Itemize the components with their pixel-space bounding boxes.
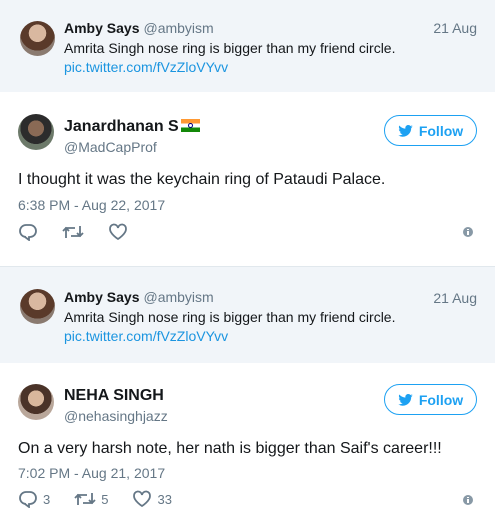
quoted-author-name: Amby Says (64, 20, 140, 36)
author-name[interactable]: NEHA SINGH (64, 387, 164, 405)
india-flag-icon (180, 119, 200, 132)
reply-count: 3 (43, 491, 51, 507)
quoted-text: Amrita Singh nose ring is bigger than my… (64, 309, 396, 325)
retweet-icon (62, 226, 84, 238)
follow-label: Follow (418, 391, 464, 408)
avatar[interactable] (18, 384, 54, 420)
like-button[interactable]: 33 (132, 490, 172, 508)
quoted-author-handle: @ambyism (143, 20, 214, 36)
tweet-timestamp[interactable]: 6:38 PM - Aug 22, 2017 (18, 197, 165, 213)
info-icon[interactable] (463, 227, 473, 237)
follow-button[interactable]: Follow (384, 115, 477, 146)
author-name-text: Janardhanan S (64, 118, 179, 135)
tweet: NEHA SINGH @nehasinghjazz Follow On a ve… (0, 363, 495, 521)
avatar[interactable] (20, 289, 55, 324)
tweet-text: On a very harsh note, her nath is bigger… (18, 440, 442, 457)
quoted-author-name: Amby Says (64, 289, 140, 305)
quoted-media-link[interactable]: pic.twitter.com/fVzZloVYvv (64, 328, 228, 344)
twitter-bird-icon (398, 393, 413, 406)
heart-icon (109, 223, 127, 241)
reply-icon (19, 224, 37, 241)
quoted-tweet[interactable]: Amby Says @ambyism 21 Aug Amrita Singh no… (0, 0, 495, 92)
tweet-text: I thought it was the keychain ring of Pa… (18, 171, 386, 188)
reply-button[interactable] (18, 223, 38, 241)
heart-icon (133, 490, 152, 508)
quoted-author-handle: @ambyism (143, 289, 214, 305)
tweet-timestamp[interactable]: 7:02 PM - Aug 21, 2017 (18, 465, 165, 481)
author-handle[interactable]: @nehasinghjazz (64, 408, 168, 424)
follow-button[interactable]: Follow (384, 384, 477, 415)
quoted-author[interactable]: Amby Says @ambyism (64, 289, 214, 305)
avatar[interactable] (18, 114, 54, 150)
info-icon[interactable] (463, 495, 473, 505)
reply-icon (19, 491, 37, 508)
avatar[interactable] (20, 21, 55, 56)
tweet-actions: 3 5 33 (18, 490, 196, 508)
reply-button[interactable]: 3 (18, 490, 50, 508)
quoted-date: 21 Aug (433, 20, 477, 36)
retweet-button[interactable] (62, 223, 84, 241)
quoted-text: Amrita Singh nose ring is bigger than my… (64, 40, 396, 56)
retweet-count: 5 (101, 491, 109, 507)
retweet-icon (74, 493, 96, 505)
tweet-actions (18, 223, 152, 241)
quoted-tweet[interactable]: Amby Says @ambyism 21 Aug Amrita Singh no… (0, 267, 495, 363)
retweet-button[interactable]: 5 (74, 490, 108, 508)
like-count: 33 (157, 491, 172, 507)
like-button[interactable] (108, 223, 128, 241)
author-handle[interactable]: @MadCapProf (64, 139, 157, 155)
tweet: Janardhanan S @MadCapProf Follow I thoug… (0, 92, 495, 266)
quoted-author[interactable]: Amby Says @ambyism (64, 20, 214, 36)
follow-label: Follow (418, 122, 464, 139)
author-name[interactable]: Janardhanan S (64, 118, 200, 136)
quoted-media-link[interactable]: pic.twitter.com/fVzZloVYvv (64, 59, 228, 75)
twitter-bird-icon (398, 124, 413, 137)
quoted-date: 21 Aug (433, 290, 477, 306)
